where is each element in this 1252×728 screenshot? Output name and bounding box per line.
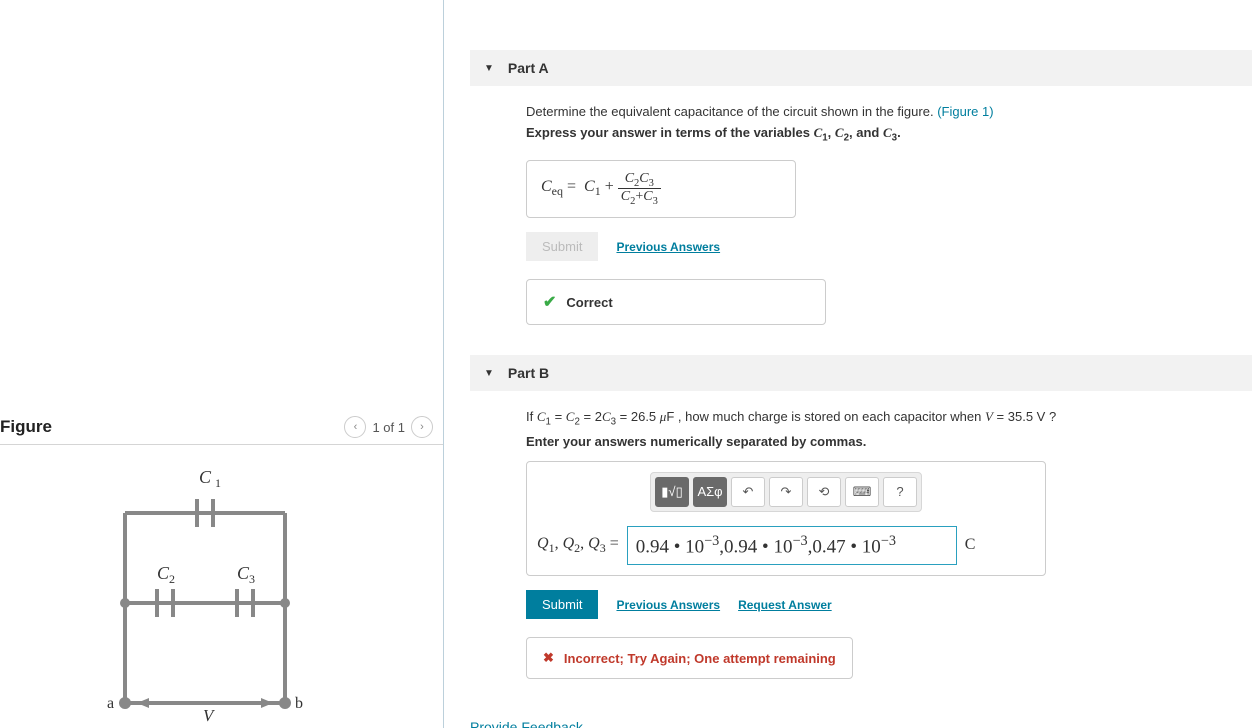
- figure-prev-button[interactable]: ‹: [344, 416, 366, 438]
- part-a-title: Part A: [508, 60, 549, 76]
- help-button[interactable]: ?: [883, 477, 917, 507]
- check-icon: ✔: [543, 292, 556, 312]
- part-b-request-answer-link[interactable]: Request Answer: [738, 598, 832, 612]
- part-a-prompt: Determine the equivalent capacitance of …: [526, 104, 1252, 119]
- figure-1-link[interactable]: (Figure 1): [937, 104, 993, 119]
- part-a-feedback: ✔ Correct: [526, 279, 826, 325]
- part-b-instruction: Enter your answers numerically separated…: [526, 434, 1252, 449]
- equation-toolbar: ▮√▯ ΑΣφ ↶ ↷ ⟲ ⌨ ?: [650, 472, 922, 512]
- svg-text:2: 2: [169, 572, 175, 586]
- svg-text:3: 3: [249, 572, 255, 586]
- redo-button[interactable]: ↷: [769, 477, 803, 507]
- figure-pager-text: 1 of 1: [372, 420, 405, 435]
- part-b-lhs: Q1, Q2, Q3 =: [537, 535, 619, 556]
- part-a-instruction: Express your answer in terms of the vari…: [526, 125, 1252, 144]
- provide-feedback-link[interactable]: Provide Feedback: [470, 719, 1252, 728]
- part-b-header[interactable]: ▼ Part B: [470, 355, 1252, 391]
- greek-button[interactable]: ΑΣφ: [693, 477, 727, 507]
- part-a-answer-box: Ceq = C1 + C2C3 C2+C3: [526, 160, 796, 219]
- svg-text:C: C: [199, 467, 212, 487]
- part-a-previous-answers-link[interactable]: Previous Answers: [616, 240, 720, 254]
- svg-text:a: a: [107, 695, 114, 712]
- figure-diagram: C 1 C 2 C 3 a b V: [0, 445, 443, 726]
- x-icon: ✖: [543, 650, 554, 666]
- part-a-submit-button: Submit: [526, 232, 598, 261]
- part-b-previous-answers-link[interactable]: Previous Answers: [616, 598, 720, 612]
- templates-button[interactable]: ▮√▯: [655, 477, 689, 507]
- chevron-down-icon: ▼: [484, 368, 494, 379]
- part-b-feedback: ✖ Incorrect; Try Again; One attempt rema…: [526, 637, 853, 679]
- svg-text:V: V: [203, 706, 216, 723]
- chevron-down-icon: ▼: [484, 63, 494, 74]
- part-b-title: Part B: [508, 365, 549, 381]
- part-b-answer-input[interactable]: 0.94 • 10−3,0.94 • 10−3,0.47 • 10−3: [627, 526, 957, 565]
- part-b-unit: C: [965, 536, 976, 554]
- reset-button[interactable]: ⟲: [807, 477, 841, 507]
- part-b-prompt: If C1 = C2 = 2C3 = 26.5 μF , how much ch…: [526, 409, 1252, 428]
- figure-title: Figure: [0, 417, 52, 437]
- svg-text:b: b: [295, 695, 303, 712]
- part-b-submit-button[interactable]: Submit: [526, 590, 598, 619]
- part-a-header[interactable]: ▼ Part A: [470, 50, 1252, 86]
- svg-text:1: 1: [215, 476, 221, 490]
- figure-next-button[interactable]: ›: [411, 416, 433, 438]
- keyboard-button[interactable]: ⌨: [845, 477, 879, 507]
- undo-button[interactable]: ↶: [731, 477, 765, 507]
